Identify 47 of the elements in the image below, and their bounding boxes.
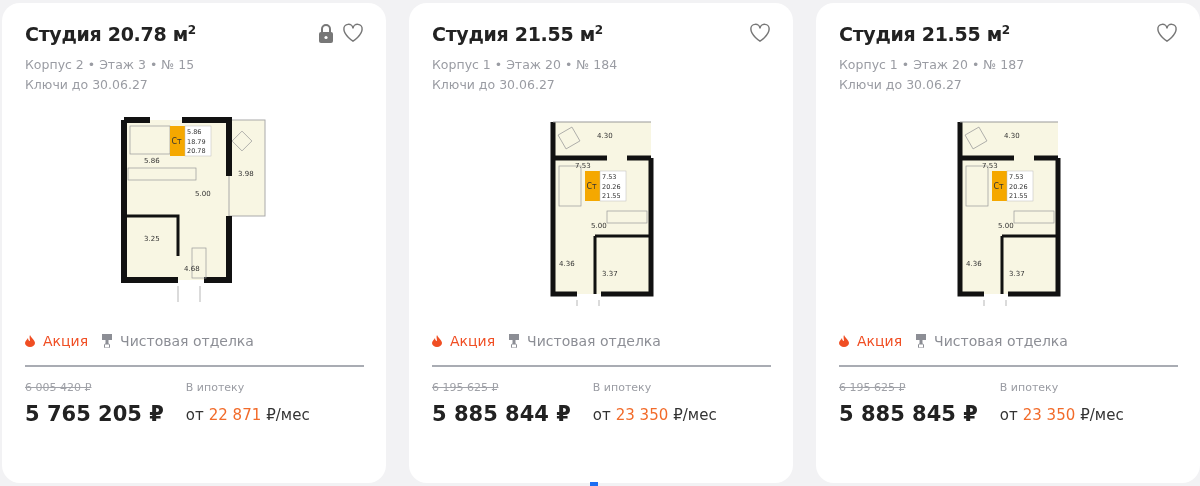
mortgage-prefix: от xyxy=(592,406,611,425)
finish-label: Чистовая отделка xyxy=(120,333,254,350)
promo-label: Акция xyxy=(857,333,903,350)
flame-icon xyxy=(25,335,35,348)
apartment-info: Корпус 2 • Этаж 3 • № 15 xyxy=(25,56,196,75)
mortgage-label: В ипотеку xyxy=(592,381,653,395)
apartment-info: Ключи до 30.06.27 xyxy=(432,76,556,95)
mortgage-amount: 23 350 xyxy=(615,406,669,425)
promo-label: Акция xyxy=(43,333,89,350)
mortgage-unit: ₽/мес xyxy=(266,406,310,425)
apartment-title: Студия 21.55 м$^{2}$ xyxy=(432,23,603,46)
heart-icon[interactable] xyxy=(749,23,771,43)
mortgage-prefix: от xyxy=(999,406,1018,425)
mortgage-label: В ипотеку xyxy=(185,381,246,395)
apartment-info: Ключи до 30.06.27 xyxy=(839,76,963,95)
apartment-info: Корпус 1 • Этаж 20 • № 187 xyxy=(839,56,1026,75)
mortgage-amount: 22 871 xyxy=(208,406,262,425)
paint-roller-icon xyxy=(916,334,927,349)
finish-label: Чистовая отделка xyxy=(934,333,1068,350)
flame-icon xyxy=(839,335,849,348)
paint-roller-icon xyxy=(102,334,113,349)
flame-icon xyxy=(432,335,442,348)
heart-icon[interactable] xyxy=(342,23,364,43)
room-type-label: Ст xyxy=(993,182,1004,192)
lock-icon[interactable] xyxy=(318,23,334,43)
room-type-label: Ст xyxy=(586,182,597,192)
price: 5 885 844 ₽ xyxy=(432,402,571,427)
apartment-info: Корпус 1 • Этаж 20 • № 184 xyxy=(432,56,619,75)
finish-label: Чистовая отделка xyxy=(527,333,661,350)
paint-roller-icon xyxy=(509,334,520,349)
promo-label: Акция xyxy=(450,333,496,350)
mortgage-amount: 23 350 xyxy=(1022,406,1076,425)
old-price: 6 195 625 ₽ xyxy=(839,381,907,395)
price: 5 885 845 ₽ xyxy=(839,402,978,427)
apartment-title: Студия 21.55 м$^{2}$ xyxy=(839,23,1010,46)
old-price: 6 005 420 ₽ xyxy=(25,381,93,395)
old-price: 6 195 625 ₽ xyxy=(432,381,500,395)
mortgage-unit: ₽/мес xyxy=(673,406,717,425)
mortgage-label: В ипотеку xyxy=(999,381,1060,395)
apartment-title: Студия 20.78 м$^{2}$ xyxy=(25,23,196,46)
price: 5 765 205 ₽ xyxy=(25,402,164,427)
room-type-label: Ст xyxy=(171,137,182,147)
scroll-indicator xyxy=(590,482,598,486)
heart-icon[interactable] xyxy=(1156,23,1178,43)
mortgage-unit: ₽/мес xyxy=(1080,406,1124,425)
apartment-info: Ключи до 30.06.27 xyxy=(25,76,149,95)
mortgage-prefix: от xyxy=(185,406,204,425)
